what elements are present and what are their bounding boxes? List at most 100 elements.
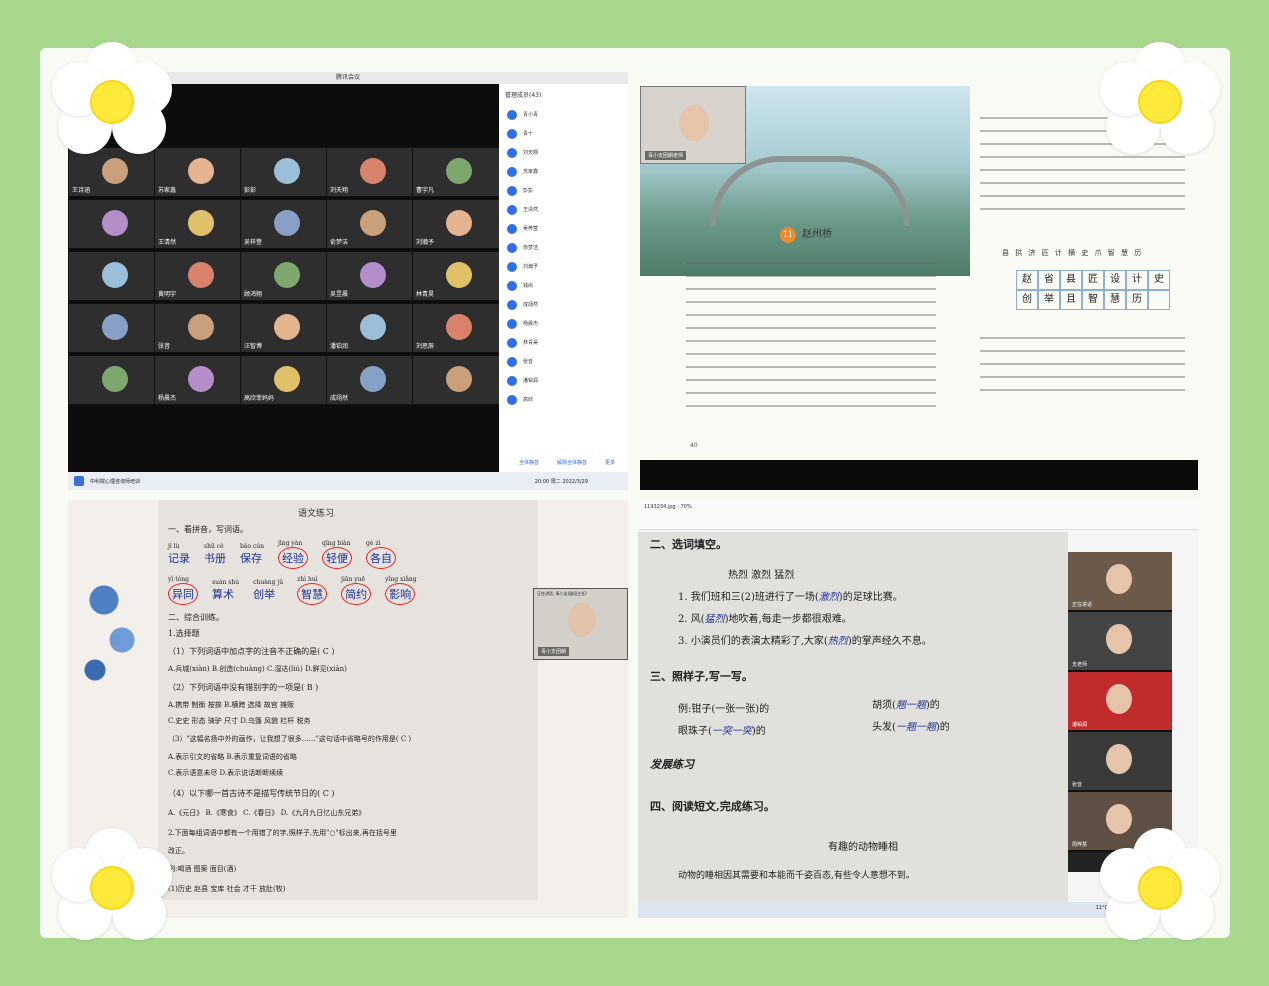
- lesson-body-text: [686, 262, 936, 418]
- participant-name: 正在讲话: [1072, 602, 1093, 608]
- handwritten-word: 各自: [366, 547, 397, 569]
- vocab-cell: 且: [1060, 290, 1082, 310]
- participant-video[interactable]: 张音: [1068, 732, 1172, 792]
- pinyin: gè zì: [366, 540, 381, 547]
- question-4: （4）以下哪一首古诗不是描写传统节日的( C ): [168, 789, 335, 798]
- avatar: [360, 314, 386, 340]
- participant-tile[interactable]: 潘铂润: [326, 303, 416, 353]
- participant-tile[interactable]: [68, 355, 158, 405]
- member-list-item[interactable]: 刘天翔: [499, 143, 628, 162]
- lesson-title-text: 赵州桥: [802, 229, 832, 240]
- taskbar-app-label[interactable]: 中科院心理咨询师培训: [90, 478, 140, 485]
- member-list-item[interactable]: 林青昊: [499, 333, 628, 352]
- participant-name: 俞梦洁: [330, 239, 349, 246]
- participant-tile[interactable]: 刘思辰: [412, 303, 502, 353]
- participant-tile[interactable]: [68, 199, 158, 249]
- member-panel[interactable]: 管理成员(43) 青小青 青十 刘天翔 苏家鑫 彭彭 王清然 吴梓萱 俞梦洁 刘瀚予 钱尚 成翊然杨…: [499, 84, 628, 472]
- participant-name: 张音: [158, 343, 171, 350]
- handwritten-word: 简约: [341, 583, 372, 605]
- participant-tile[interactable]: [68, 303, 158, 353]
- participant-strip: 正在讲话支老师潘铂润张音周梓慧: [1068, 552, 1172, 872]
- avatar: [360, 210, 386, 236]
- member-avatar: [507, 261, 517, 272]
- participant-tile[interactable]: [412, 355, 502, 405]
- member-list-item[interactable]: 高欣: [499, 390, 628, 409]
- participant-tile[interactable]: [68, 251, 158, 301]
- teacher-avatar-2: [568, 603, 596, 637]
- participant-name: 刘瀚予: [416, 239, 435, 246]
- participant-name: 高欣菲妈妈: [244, 395, 275, 402]
- avatar: [360, 366, 386, 392]
- member-list-item[interactable]: 青十: [499, 124, 628, 143]
- member-list-item[interactable]: 彭彭: [499, 181, 628, 200]
- section-heading-2: 二、选词填空。: [650, 538, 727, 551]
- participant-tile[interactable]: 高欣菲妈妈: [240, 355, 330, 405]
- member-list-item[interactable]: 潘铂润: [499, 371, 628, 390]
- member-list-item[interactable]: 青小青: [499, 105, 628, 124]
- participant-video[interactable]: 正在讲话: [1068, 552, 1172, 612]
- participant-video[interactable]: 支老师: [1068, 612, 1172, 672]
- avatar: [102, 210, 128, 236]
- taskbar-clock: 20:00 周二 2022/3/29: [534, 478, 588, 485]
- participant-tile[interactable]: 汪智博: [240, 303, 330, 353]
- participant-tile[interactable]: 吴梓萱: [240, 199, 330, 249]
- handwritten-word: 创举: [253, 588, 276, 601]
- section2-heading: 二、综合训练。: [168, 613, 224, 622]
- avatar: [274, 366, 300, 392]
- participant-name: 刘思辰: [416, 343, 435, 350]
- member-list-item[interactable]: 杨晨杰: [499, 314, 628, 333]
- sentence-3: 3. 小演员们的表演太精彩了,大家(热烈)的掌声经久不息。: [678, 636, 932, 647]
- question-5-1: (1)历史 赵县 宝库 社会 才干 放肚(牧): [168, 885, 286, 893]
- participant-tile[interactable]: 吴昱晨: [326, 251, 416, 301]
- participant-tile[interactable]: 顾鸿翔: [240, 251, 330, 301]
- member-avatar: [507, 185, 517, 196]
- exercise-text: [980, 337, 1185, 402]
- avatar: [446, 158, 472, 184]
- member-avatar: [507, 318, 517, 329]
- participant-tile[interactable]: 杨晨杰: [154, 355, 244, 405]
- participant-tile[interactable]: 王清然: [154, 199, 244, 249]
- pinyin-word: qīng biàn 轻便: [322, 540, 353, 569]
- member-name: 王清然: [523, 207, 539, 213]
- member-list-item[interactable]: 苏家鑫: [499, 162, 628, 181]
- member-list-item[interactable]: 刘瀚予: [499, 257, 628, 276]
- member-avatar: [507, 375, 517, 386]
- vocab-cell: 举: [1038, 290, 1060, 310]
- avatar: [102, 262, 128, 288]
- unmute-all-button[interactable]: 解除全体静音: [557, 459, 587, 466]
- participant-tile[interactable]: 成翊然: [326, 355, 416, 405]
- start-icon[interactable]: [74, 476, 84, 486]
- participant-tile[interactable]: 俞梦洁: [326, 199, 416, 249]
- participant-name: 周梓慧: [1072, 842, 1088, 848]
- participant-tile[interactable]: 张音: [154, 303, 244, 353]
- participant-tile[interactable]: 黄明宇: [154, 251, 244, 301]
- participant-name: 潘铂润: [1072, 722, 1088, 728]
- participant-name: 杨晨杰: [158, 395, 177, 402]
- member-list-item[interactable]: 吴梓萱: [499, 219, 628, 238]
- participant-name: 王清然: [158, 239, 177, 246]
- word-choices: 热烈 激烈 猛烈: [728, 570, 795, 581]
- sentence-2: 2. 风(猛烈)地吹着,每走一步都很艰难。: [678, 614, 852, 625]
- member-list-item[interactable]: 俞梦洁: [499, 238, 628, 257]
- mute-all-button[interactable]: 全体静音: [519, 459, 539, 466]
- member-list-item[interactable]: 成翊然: [499, 295, 628, 314]
- member-list-item[interactable]: 王清然: [499, 200, 628, 219]
- participant-tile[interactable]: 刘瀚予: [412, 199, 502, 249]
- member-list-item[interactable]: 钱尚: [499, 276, 628, 295]
- example-3: 眼珠子(一突一突)的: [678, 726, 766, 737]
- more-button[interactable]: 更多: [605, 459, 615, 466]
- handwritten-word: 书册: [204, 552, 226, 565]
- participant-tile[interactable]: 彭彭: [240, 147, 330, 197]
- member-avatar: [507, 280, 517, 291]
- question-5-example: 例:喝酒 图案 面目(酒): [168, 865, 237, 873]
- participant-tile[interactable]: 刘天翔: [326, 147, 416, 197]
- question-3-options: A.表示引文的省略 B.表示重复词语的省略: [168, 753, 297, 761]
- webcam-name-2: 青小支团朗: [538, 647, 570, 656]
- pinyin-word: shū cè 书册: [204, 543, 226, 566]
- member-list-item[interactable]: 张音: [499, 352, 628, 371]
- participant-video[interactable]: 潘铂润: [1068, 672, 1172, 732]
- avatar: [274, 262, 300, 288]
- participant-tile[interactable]: 曹宇凡: [412, 147, 502, 197]
- participant-tile[interactable]: 林青昊: [412, 251, 502, 301]
- participant-name: 曹宇凡: [416, 187, 435, 194]
